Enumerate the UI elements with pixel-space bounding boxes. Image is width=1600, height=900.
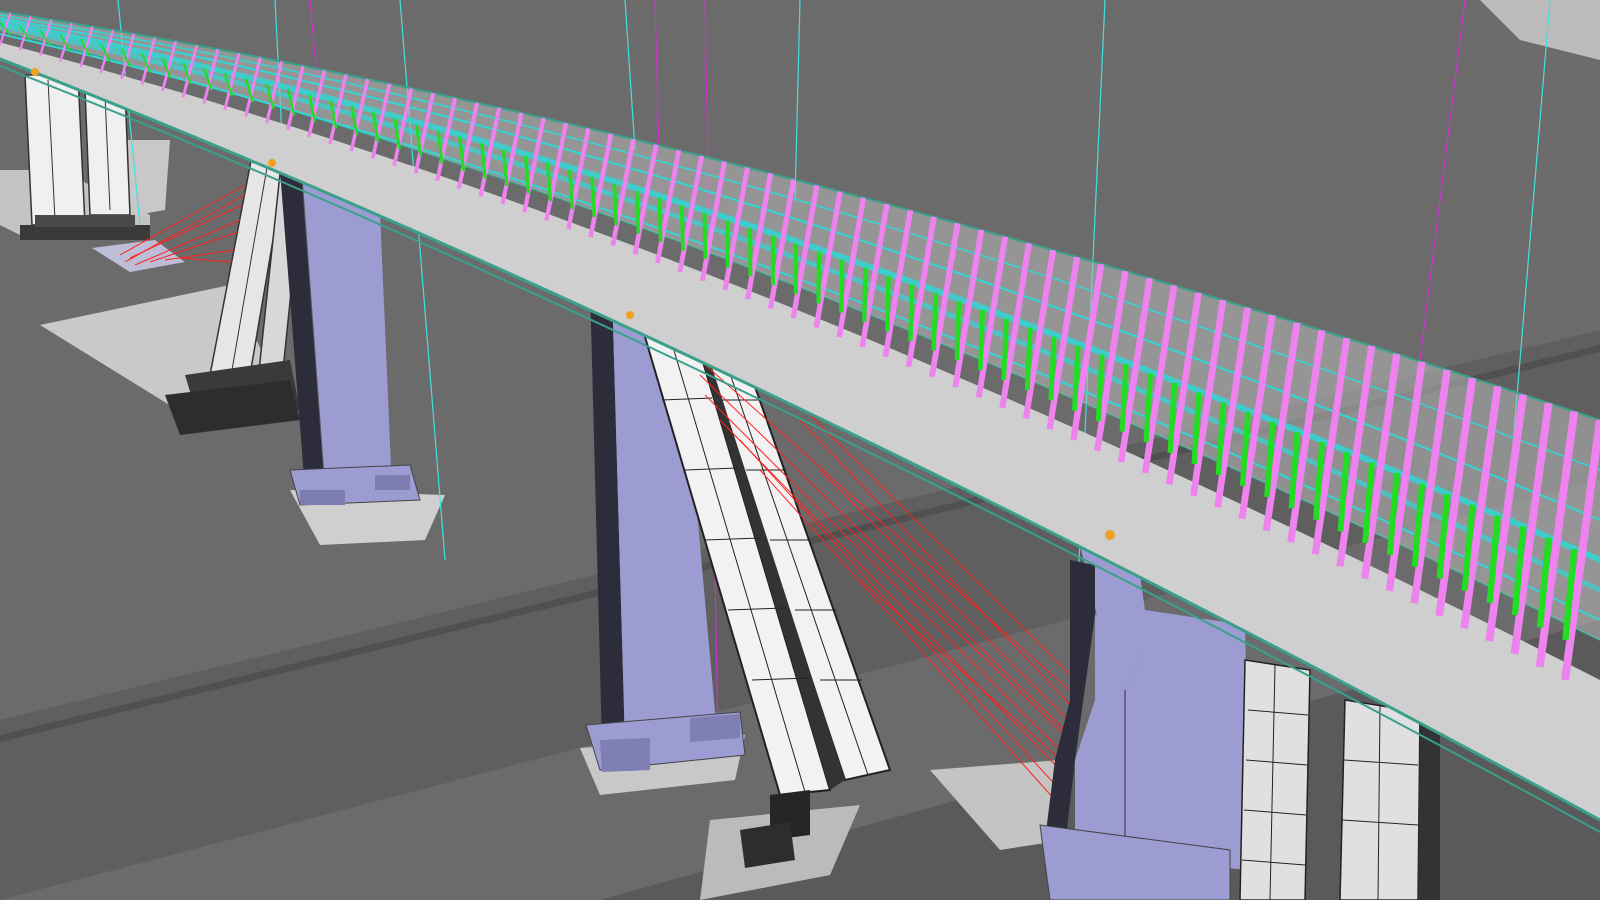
bracing-member	[1048, 336, 1057, 401]
bracing-member	[725, 220, 730, 268]
bracing-member	[612, 183, 619, 226]
bracing-member	[885, 275, 891, 332]
bracing-member	[931, 292, 938, 351]
bracing-member	[702, 212, 708, 259]
bracing-member	[590, 176, 597, 218]
bracing-member	[954, 301, 962, 361]
bridge-model-scene[interactable]	[0, 0, 1600, 900]
bracing-member	[1024, 327, 1033, 391]
bracing-member	[862, 267, 868, 322]
bracing-member	[657, 198, 663, 242]
bracing-member	[1072, 345, 1081, 411]
bracing-member	[679, 205, 685, 251]
bracing-member	[908, 284, 915, 341]
3d-viewport[interactable]	[0, 0, 1600, 900]
bracing-member	[977, 309, 986, 371]
bracing-member	[1001, 318, 1009, 381]
bracing-member	[839, 259, 845, 313]
bracing-member	[634, 190, 641, 234]
